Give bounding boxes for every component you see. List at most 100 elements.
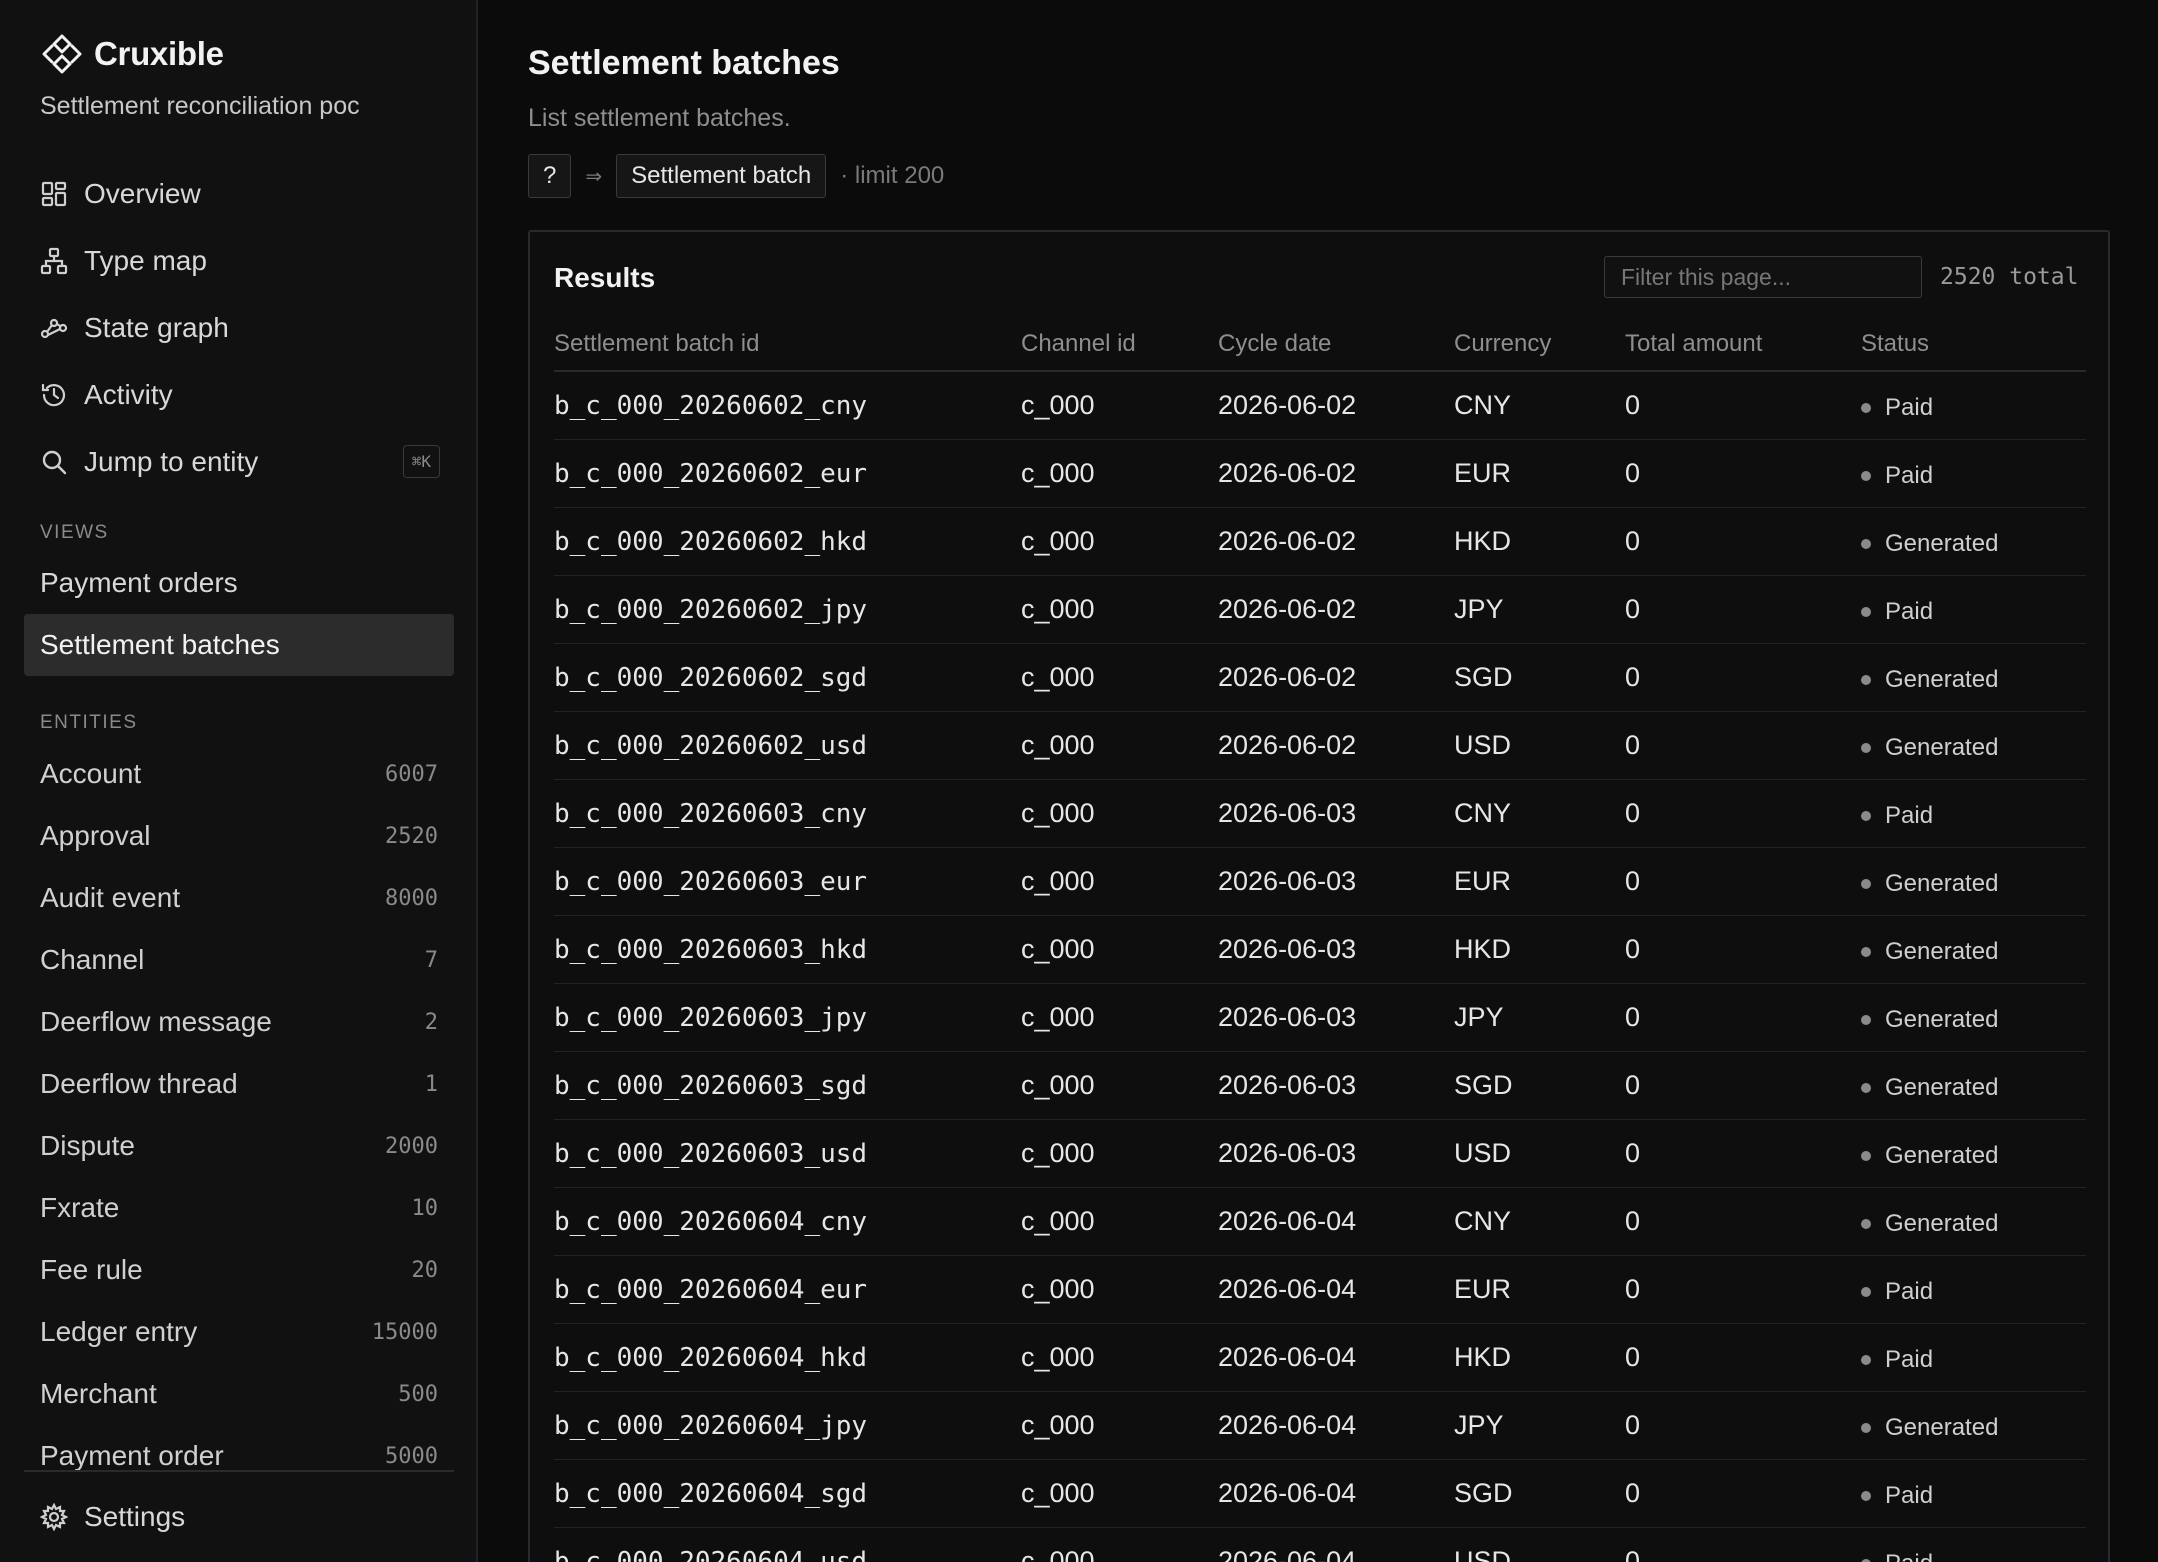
table-row[interactable]: b_c_000_20260604_hkd c_000 2026-06-04 HKD 0 P… [554, 1324, 2086, 1392]
column-header[interactable]: Cycle date [1218, 330, 1454, 358]
cell-currency: JPY [1454, 1002, 1504, 1032]
table-row[interactable]: b_c_000_20260603_jpy c_000 2026-06-03 JPY 0 G… [554, 984, 2086, 1052]
table-row[interactable]: b_c_000_20260602_sgd c_000 2026-06-02 SGD 0 G… [554, 644, 2086, 712]
graph-icon [40, 314, 68, 342]
view-item-settlement-batches[interactable]: Settlement batches [24, 614, 454, 676]
history-icon [40, 381, 68, 409]
table-row[interactable]: b_c_000_20260603_eur c_000 2026-06-03 EUR 0 G… [554, 848, 2086, 916]
table-row[interactable]: b_c_000_20260604_sgd c_000 2026-06-04 SGD 0 P… [554, 1460, 2086, 1528]
entity-item[interactable]: Deerflow message 2 [40, 991, 438, 1053]
table-row[interactable]: b_c_000_20260603_hkd c_000 2026-06-03 HKD 0 G… [554, 916, 2086, 984]
status-dot-icon [1861, 810, 1871, 821]
settings-button[interactable]: Settings [24, 1470, 454, 1562]
filter-input[interactable] [1604, 256, 1922, 298]
entity-label: Dispute [40, 1130, 135, 1161]
results-table: Settlement batch id Channel id Cycle dat… [554, 318, 2086, 1562]
cell-cycle-date: 2026-06-04 [1218, 1342, 1357, 1372]
column-header[interactable]: Total amount [1625, 330, 1861, 358]
entity-label: Deerflow message [40, 1006, 272, 1037]
status-label: Generated [1885, 665, 1999, 693]
status-label: Generated [1885, 1413, 1999, 1441]
column-header[interactable]: Status [1861, 330, 2086, 358]
table-row[interactable]: b_c_000_20260602_eur c_000 2026-06-02 EUR 0 P… [554, 440, 2086, 508]
cell-batch-id: b_c_000_20260602_cny [554, 390, 868, 421]
cell-batch-id: b_c_000_20260604_hkd [554, 1342, 868, 1373]
entity-item[interactable]: Approval 2520 [40, 805, 438, 867]
nav-label: Type map [84, 244, 207, 276]
entity-label: Deerflow thread [40, 1068, 238, 1099]
entity-item[interactable]: Dispute 2000 [40, 1115, 438, 1177]
table-header: Settlement batch id Channel id Cycle dat… [554, 318, 2086, 372]
column-header[interactable]: Currency [1454, 330, 1625, 358]
entity-item[interactable]: Channel 7 [40, 929, 438, 991]
table-row[interactable]: b_c_000_20260603_cny c_000 2026-06-03 CNY 0 P… [554, 780, 2086, 848]
status-label: Generated [1885, 1141, 1999, 1169]
table-row[interactable]: b_c_000_20260602_usd c_000 2026-06-02 USD 0 G… [554, 712, 2086, 780]
entity-label: Account [40, 758, 142, 789]
main-content: Settlement batches List settlement batch… [480, 0, 2158, 1562]
entity-count: 1 [424, 1071, 438, 1097]
table-row[interactable]: b_c_000_20260604_jpy c_000 2026-06-04 JPY 0 G… [554, 1392, 2086, 1460]
brand[interactable]: Cruxible [40, 32, 224, 76]
cell-channel-id: c_000 [1021, 1002, 1095, 1032]
sidebar: Cruxible Settlement reconciliation poc O… [0, 0, 478, 1562]
column-header[interactable]: Channel id [1021, 330, 1218, 358]
table-row[interactable]: b_c_000_20260603_usd c_000 2026-06-03 USD 0 G… [554, 1120, 2086, 1188]
entity-item[interactable]: Deerflow thread 1 [40, 1053, 438, 1115]
status-badge: Generated [1861, 1206, 2086, 1238]
nav-item-overview[interactable]: Overview [40, 160, 440, 227]
status-label: Generated [1885, 1209, 1999, 1237]
cell-currency: USD [1454, 1138, 1512, 1168]
entity-label: Audit event [40, 882, 181, 913]
status-badge: Generated [1861, 662, 2086, 694]
entity-item[interactable]: Fee rule 20 [40, 1239, 438, 1301]
entity-item[interactable]: Fxrate 10 [40, 1177, 438, 1239]
entity-item[interactable]: Merchant 500 [40, 1363, 438, 1425]
cell-total-amount: 0 [1625, 1546, 1641, 1562]
status-dot-icon [1861, 538, 1871, 549]
cell-status: Paid [1861, 1478, 2086, 1510]
cell-channel-id: c_000 [1021, 1274, 1095, 1304]
entity-label: Channel [40, 944, 145, 975]
results-title: Results [554, 262, 656, 293]
entity-item[interactable]: Audit event 8000 [40, 867, 438, 929]
column-header[interactable]: Settlement batch id [554, 330, 1021, 358]
cell-total-amount: 0 [1625, 1002, 1641, 1032]
status-badge: Paid [1861, 798, 2086, 830]
table-row[interactable]: b_c_000_20260602_jpy c_000 2026-06-02 JPY 0 P… [554, 576, 2086, 644]
entity-item[interactable]: Account 6007 [40, 743, 438, 805]
cell-channel-id: c_000 [1021, 526, 1095, 556]
table-row[interactable]: b_c_000_20260604_eur c_000 2026-06-04 EUR 0 P… [554, 1256, 2086, 1324]
arrow-icon: ⇒ [585, 165, 603, 188]
entity-count: 15000 [371, 1319, 438, 1345]
nav-item-jump-to-entity[interactable]: Jump to entity ⌘K [40, 428, 440, 495]
table-row[interactable]: b_c_000_20260602_hkd c_000 2026-06-02 HKD 0 G… [554, 508, 2086, 576]
cell-status: Generated [1861, 1410, 2086, 1442]
table-row[interactable]: b_c_000_20260602_cny c_000 2026-06-02 CNY 0 P… [554, 372, 2086, 440]
cell-status: Paid [1861, 594, 2086, 626]
table-row[interactable]: b_c_000_20260604_usd c_000 2026-06-04 USD 0 P… [554, 1528, 2086, 1562]
status-label: Paid [1885, 1550, 1933, 1562]
cell-cycle-date: 2026-06-03 [1218, 934, 1357, 964]
query-source-chip[interactable]: ? [528, 154, 572, 198]
search-icon [40, 448, 68, 476]
entity-item[interactable]: Ledger entry 15000 [40, 1301, 438, 1363]
cell-status: Generated [1861, 1002, 2086, 1034]
nav-item-activity[interactable]: Activity [40, 361, 440, 428]
cell-channel-id: c_000 [1021, 594, 1095, 624]
cell-status: Generated [1861, 662, 2086, 694]
cell-currency: HKD [1454, 934, 1512, 964]
cell-total-amount: 0 [1625, 730, 1641, 760]
cell-batch-id: b_c_000_20260603_usd [554, 1138, 868, 1169]
nav-item-type-map[interactable]: Type map [40, 227, 440, 294]
cell-cycle-date: 2026-06-02 [1218, 390, 1357, 420]
table-row[interactable]: b_c_000_20260603_sgd c_000 2026-06-03 SGD 0 G… [554, 1052, 2086, 1120]
query-target-chip[interactable]: Settlement batch [616, 154, 827, 198]
cell-total-amount: 0 [1625, 1410, 1641, 1440]
view-item-payment-orders[interactable]: Payment orders [24, 552, 454, 614]
entity-label: Ledger entry [40, 1316, 198, 1347]
nav-item-state-graph[interactable]: State graph [40, 294, 440, 361]
table-row[interactable]: b_c_000_20260604_cny c_000 2026-06-04 CNY 0 G… [554, 1188, 2086, 1256]
cell-status: Paid [1861, 390, 2086, 422]
status-dot-icon [1861, 1150, 1871, 1161]
